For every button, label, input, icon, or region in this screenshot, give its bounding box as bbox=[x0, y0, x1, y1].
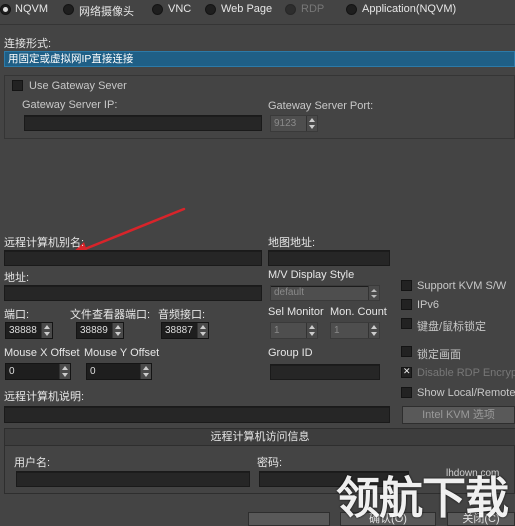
mv-display-style-label: M/V Display Style bbox=[268, 269, 355, 281]
disable-rdp-checkbox[interactable] bbox=[401, 366, 412, 378]
radio-webcam[interactable] bbox=[63, 4, 74, 15]
mouse-x-offset-label: Mouse X Offset bbox=[4, 347, 80, 359]
port-stepper[interactable]: 38888 bbox=[5, 322, 53, 339]
dropdown-arrow-icon[interactable] bbox=[368, 286, 379, 300]
show-local-remote-label: Show Local/Remote Info bbox=[417, 387, 515, 399]
gateway-ip-label: Gateway Server IP: bbox=[22, 99, 118, 111]
stepper-arrows-icon[interactable] bbox=[112, 323, 123, 338]
mon-count-stepper[interactable]: 1 bbox=[330, 322, 380, 339]
stepper-arrows-icon[interactable] bbox=[306, 323, 317, 338]
radio-webpage-label: Web Page bbox=[221, 3, 273, 15]
radio-nqvm-label: NQVM bbox=[15, 3, 48, 15]
blank-footer-button[interactable] bbox=[248, 512, 330, 526]
address-input[interactable] bbox=[4, 285, 262, 301]
connection-form-select[interactable]: 用固定或虚拟网IP直接连接 bbox=[4, 51, 515, 67]
radio-webpage[interactable] bbox=[205, 4, 216, 15]
access-info-title: 远程计算机访问信息 bbox=[210, 431, 310, 443]
radio-application[interactable] bbox=[346, 4, 357, 15]
show-local-remote-checkbox[interactable] bbox=[401, 387, 412, 398]
radio-vnc[interactable] bbox=[152, 4, 163, 15]
gateway-port-stepper[interactable]: 9123 bbox=[270, 115, 318, 132]
stepper-arrows-icon[interactable] bbox=[140, 364, 151, 379]
radio-nqvm[interactable] bbox=[0, 4, 11, 15]
port-label: 端口: bbox=[4, 309, 30, 321]
stepper-arrows-icon[interactable] bbox=[368, 323, 379, 338]
radio-application-label: Application(NQVM) bbox=[362, 3, 457, 15]
sel-monitor-label: Sel Monitor bbox=[268, 306, 324, 318]
use-gateway-checkbox[interactable] bbox=[12, 80, 23, 91]
lock-kb-mouse-label: 键盘/鼠标锁定 bbox=[417, 321, 487, 333]
support-kvm-checkbox[interactable] bbox=[401, 280, 412, 291]
stepper-arrows-icon[interactable] bbox=[59, 364, 70, 379]
connection-form-value: 用固定或虚拟网IP直接连接 bbox=[8, 53, 134, 65]
fileviewer-port-label: 文件查看器端口: bbox=[70, 309, 151, 321]
top-divider bbox=[0, 24, 515, 25]
ipv6-checkbox[interactable] bbox=[401, 299, 412, 310]
username-label: 用户名: bbox=[14, 457, 51, 469]
fileviewer-port-stepper[interactable]: 38889 bbox=[76, 322, 124, 339]
ipv6-label: IPv6 bbox=[417, 299, 440, 311]
gateway-ip-input[interactable] bbox=[24, 115, 262, 131]
mon-count-label: Mon. Count bbox=[330, 306, 387, 318]
map-address-label: 地图地址: bbox=[268, 237, 316, 249]
username-input[interactable] bbox=[16, 471, 250, 487]
description-label: 远程计算机说明: bbox=[4, 391, 85, 403]
radio-webcam-label: 网络摄像头 bbox=[79, 6, 134, 18]
mouse-y-offset-stepper[interactable]: 0 bbox=[86, 363, 152, 380]
description-input[interactable] bbox=[4, 406, 390, 423]
group-id-input[interactable] bbox=[270, 364, 380, 380]
stepper-arrows-icon[interactable] bbox=[306, 116, 317, 131]
mouse-y-offset-label: Mouse Y Offset bbox=[84, 347, 160, 359]
disable-rdp-label: Disable RDP Encryption bbox=[417, 367, 515, 379]
stepper-arrows-icon[interactable] bbox=[197, 323, 208, 338]
group-id-label: Group ID bbox=[268, 347, 313, 359]
access-info-header: 远程计算机访问信息 bbox=[5, 429, 515, 446]
use-gateway-label: Use Gateway Sever bbox=[29, 80, 127, 92]
radio-rdp-label: RDP bbox=[301, 3, 325, 15]
stepper-arrows-icon[interactable] bbox=[41, 323, 52, 338]
alias-label: 远程计算机别名: bbox=[4, 237, 85, 249]
audio-port-stepper[interactable]: 38887 bbox=[161, 322, 209, 339]
map-address-input[interactable] bbox=[268, 250, 390, 266]
address-label: 地址: bbox=[4, 272, 30, 284]
sel-monitor-stepper[interactable]: 1 bbox=[270, 322, 318, 339]
lock-kb-mouse-checkbox[interactable] bbox=[401, 318, 412, 329]
connection-form-label: 连接形式: bbox=[4, 38, 52, 50]
lock-screen-checkbox[interactable] bbox=[401, 346, 412, 357]
mouse-x-offset-stepper[interactable]: 0 bbox=[5, 363, 71, 380]
arrow-shaft bbox=[78, 207, 186, 253]
mv-display-style-select[interactable]: default bbox=[270, 285, 380, 301]
lock-screen-label: 锁定画面 bbox=[417, 349, 461, 361]
password-label: 密码: bbox=[257, 457, 283, 469]
alias-input[interactable] bbox=[4, 250, 262, 266]
intel-kvm-options-button[interactable]: Intel KVM 选项 bbox=[402, 406, 515, 424]
support-kvm-label: Support KVM S/W bbox=[417, 280, 507, 292]
radio-vnc-label: VNC bbox=[168, 3, 192, 15]
gateway-port-label: Gateway Server Port: bbox=[268, 100, 374, 112]
watermark-brand-text: 领航下载 bbox=[336, 473, 509, 524]
radio-rdp[interactable] bbox=[285, 4, 296, 15]
audio-port-label: 音频接口: bbox=[158, 309, 206, 321]
